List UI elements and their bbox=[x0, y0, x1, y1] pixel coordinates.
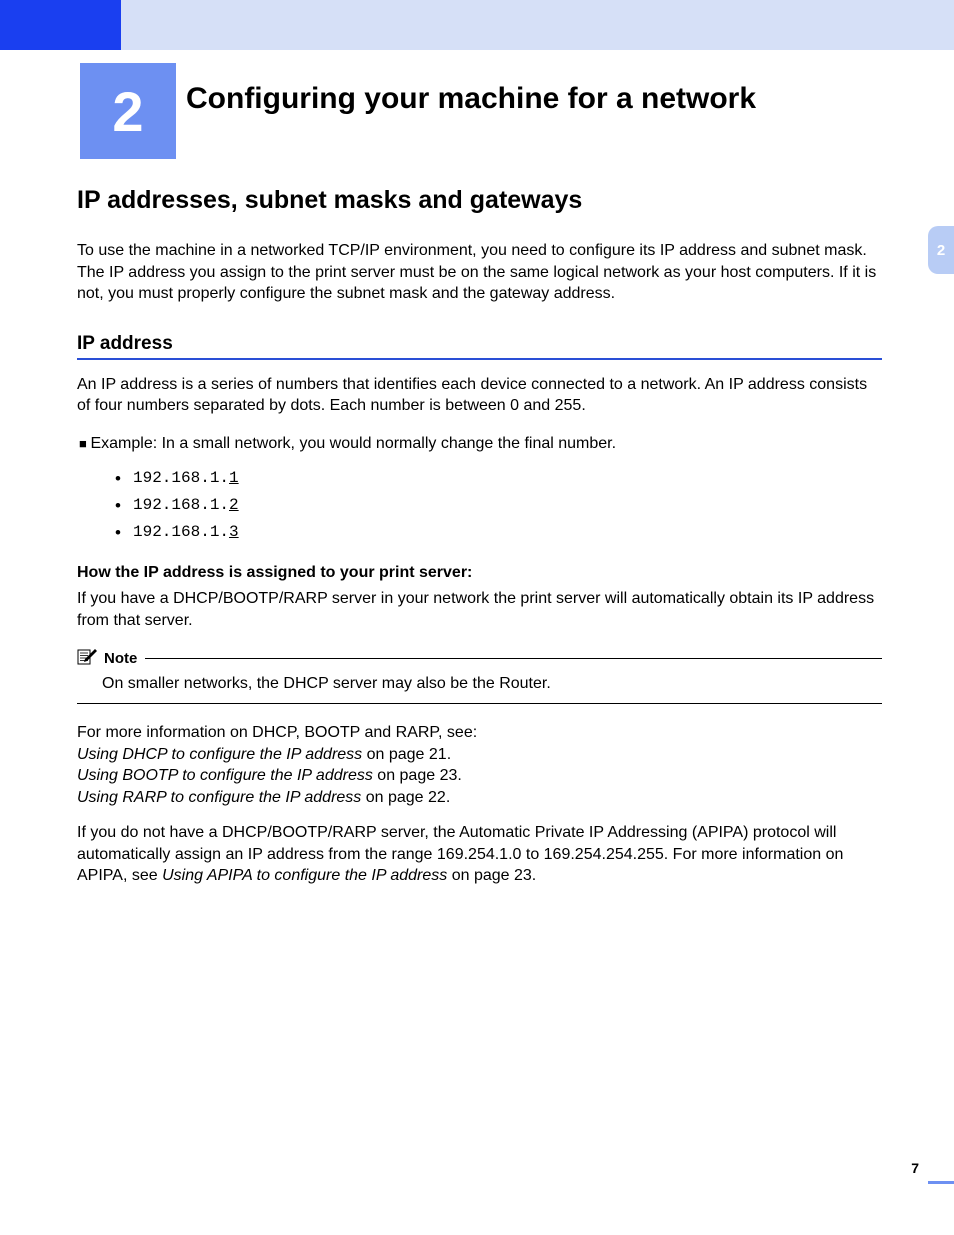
note-text: On smaller networks, the DHCP server may… bbox=[102, 673, 882, 695]
note-top-rule bbox=[145, 658, 882, 659]
apipa-link[interactable]: Using APIPA to configure the IP address bbox=[162, 867, 447, 884]
reference-line: Using DHCP to configure the IP address o… bbox=[77, 744, 882, 766]
pencil-note-icon bbox=[77, 647, 99, 670]
chapter-number: 2 bbox=[112, 79, 143, 144]
intro-paragraph: To use the machine in a networked TCP/IP… bbox=[77, 240, 882, 305]
subsection-rule bbox=[77, 358, 882, 360]
inline-heading: How the IP address is assigned to your p… bbox=[77, 564, 882, 582]
subsection-heading: IP address bbox=[77, 333, 882, 355]
note-block: Note On smaller networks, the DHCP serve… bbox=[77, 647, 882, 704]
chapter-number-box: 2 bbox=[80, 63, 176, 159]
chapter-title: Configuring your machine for a network bbox=[186, 82, 756, 116]
example-line: Example: In a small network, you would n… bbox=[77, 433, 882, 455]
side-tab: 2 bbox=[928, 226, 954, 274]
header-accent-light bbox=[121, 0, 954, 50]
footer-accent bbox=[928, 1181, 954, 1184]
list-item: 192.168.1.3 bbox=[115, 519, 882, 546]
section-heading: IP addresses, subnet masks and gateways bbox=[77, 186, 882, 215]
apipa-paragraph: If you do not have a DHCP/BOOTP/RARP ser… bbox=[77, 822, 882, 887]
note-label: Note bbox=[104, 650, 137, 667]
reference-line: Using RARP to configure the IP address o… bbox=[77, 787, 882, 809]
references-lead: For more information on DHCP, BOOTP and … bbox=[77, 722, 882, 744]
list-item: 192.168.1.2 bbox=[115, 492, 882, 519]
note-bottom-rule bbox=[77, 703, 882, 704]
ip-example-list: 192.168.1.1 192.168.1.2 192.168.1.3 bbox=[115, 465, 882, 547]
reference-line: Using BOOTP to configure the IP address … bbox=[77, 765, 882, 787]
list-item: 192.168.1.1 bbox=[115, 465, 882, 492]
header-accent-dark bbox=[0, 0, 121, 50]
references-block: For more information on DHCP, BOOTP and … bbox=[77, 722, 882, 808]
ip-description: An IP address is a series of numbers tha… bbox=[77, 374, 882, 417]
dhcp-paragraph: If you have a DHCP/BOOTP/RARP server in … bbox=[77, 588, 882, 631]
note-header: Note bbox=[77, 647, 882, 670]
page-number: 7 bbox=[911, 1160, 919, 1176]
side-tab-number: 2 bbox=[937, 242, 945, 259]
main-content: IP addresses, subnet masks and gateways … bbox=[77, 186, 882, 903]
